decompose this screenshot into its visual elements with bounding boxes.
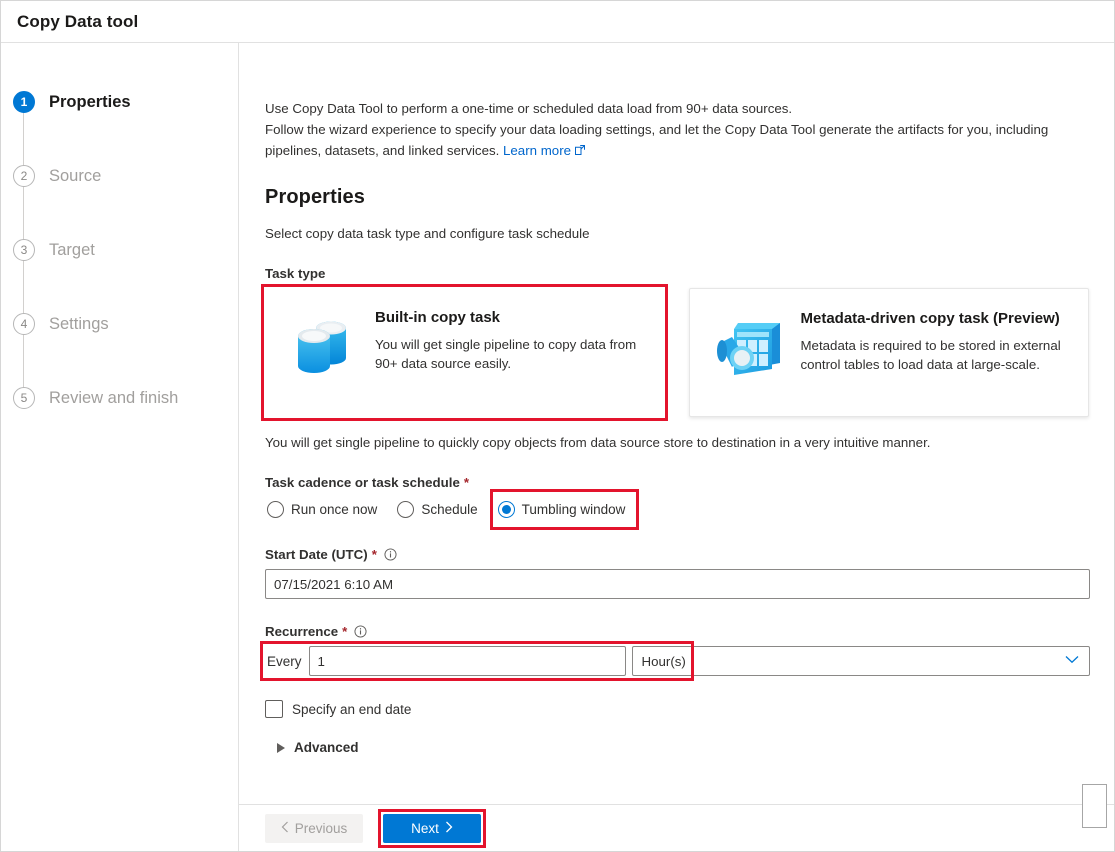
chevron-right-icon [445, 821, 453, 836]
chevron-right-icon [277, 742, 285, 753]
sidebar-step-settings[interactable]: 4 Settings [1, 287, 238, 361]
step-number-badge: 3 [13, 239, 35, 261]
card-description: You will get single pipeline to copy dat… [375, 337, 637, 371]
radio-indicator [497, 501, 515, 518]
advanced-label: Advanced [294, 740, 359, 755]
wizard-footer: Previous Next [239, 784, 1114, 851]
checkbox-label: Specify an end date [292, 701, 412, 717]
radio-run-once-now[interactable]: Run once now [265, 497, 383, 522]
previous-button[interactable]: Previous [265, 813, 363, 843]
window-body: 1 Properties 2 Source 3 Target 4 Setting… [1, 43, 1114, 851]
intro-paragraph: Use Copy Data Tool to perform a one-time… [265, 98, 1089, 162]
sidebar-step-properties[interactable]: 1 Properties [1, 65, 238, 139]
recurrence-row: Every Hour(s) [260, 641, 1090, 681]
task-type-card-body: Metadata-driven copy task (Preview) Meta… [800, 289, 1082, 374]
sidebar-step-review-and-finish[interactable]: 5 Review and finish [1, 361, 238, 435]
radio-indicator [397, 501, 415, 518]
chevron-left-icon [281, 821, 289, 836]
metadata-table-magnifier-icon [710, 311, 786, 387]
radio-label: Schedule [421, 502, 478, 517]
recurrence-label-text: Recurrence [265, 624, 339, 639]
step-label: Review and finish [49, 388, 179, 407]
external-link-icon [574, 141, 586, 162]
recurrence-unit-dropdown[interactable]: Hour(s) [631, 646, 1090, 676]
copy-data-tool-window: Copy Data tool 1 Properties 2 Source 3 T… [0, 0, 1115, 852]
task-type-card-built-in-copy[interactable]: Built-in copy task You will get single p… [261, 284, 669, 421]
properties-form: Use Copy Data Tool to perform a one-time… [239, 43, 1114, 804]
radio-schedule[interactable]: Schedule [395, 497, 483, 522]
required-asterisk: * [463, 475, 470, 490]
step-label: Settings [49, 314, 109, 333]
task-type-label: Task type [265, 266, 1089, 281]
recurrence-unit-value: Hour(s) [641, 653, 686, 669]
start-date-label: Start Date (UTC) * [265, 547, 1089, 562]
chevron-down-icon [1065, 655, 1079, 667]
task-cadence-label-text: Task cadence or task schedule [265, 475, 460, 490]
step-label: Properties [49, 92, 131, 111]
specify-end-date-checkbox[interactable]: Specify an end date [265, 700, 411, 718]
task-type-card-body: Built-in copy task You will get single p… [375, 288, 657, 373]
step-number-badge: 5 [13, 387, 35, 409]
radio-indicator [267, 501, 284, 518]
task-type-label-text: Task type [265, 266, 326, 281]
intro-line-1: Use Copy Data Tool to perform a one-time… [265, 101, 793, 116]
next-button-label: Next [411, 820, 439, 836]
wizard-steps-sidebar: 1 Properties 2 Source 3 Target 4 Setting… [1, 43, 239, 851]
task-type-card-group: Built-in copy task You will get single p… [261, 284, 1089, 421]
task-type-note: You will get single pipeline to quickly … [265, 435, 931, 450]
task-cadence-radio-group: Run once now Schedule Tumbling window [265, 489, 1089, 530]
radio-label: Tumbling window [521, 502, 626, 517]
previous-button-label: Previous [294, 820, 348, 836]
window-title-bar: Copy Data tool [1, 1, 1114, 43]
intro-line-3: pipelines, datasets, and linked services… [265, 143, 500, 158]
card-title: Metadata-driven copy task (Preview) [800, 310, 1060, 327]
main-panel: Use Copy Data Tool to perform a one-time… [239, 43, 1114, 851]
step-label: Source [49, 166, 102, 185]
intro-line-2: Follow the wizard experience to specify … [265, 122, 1049, 137]
card-description: Metadata is required to be stored in ext… [800, 338, 1061, 372]
step-number-badge: 1 [13, 91, 35, 113]
intro-line-3-wrapper: pipelines, datasets, and linked services… [265, 140, 1089, 162]
required-asterisk: * [342, 624, 348, 639]
checkbox-indicator [265, 700, 283, 718]
page-title: Properties [265, 186, 365, 208]
info-icon[interactable] [354, 625, 367, 638]
start-date-input[interactable] [265, 569, 1090, 599]
info-icon[interactable] [384, 548, 397, 561]
recurrence-interval-input[interactable] [308, 646, 626, 676]
window-title: Copy Data tool [17, 11, 139, 31]
required-asterisk: * [371, 547, 377, 562]
every-label: Every [267, 653, 302, 669]
database-stack-icon [285, 310, 361, 386]
card-title: Built-in copy task [375, 309, 501, 326]
step-number-badge: 2 [13, 165, 35, 187]
advanced-expander[interactable]: Advanced [265, 740, 359, 755]
start-date-label-text: Start Date (UTC) [265, 547, 368, 562]
corner-panel-handle[interactable] [1082, 784, 1107, 828]
recurrence-label: Recurrence * [265, 624, 1089, 639]
sidebar-step-target[interactable]: 3 Target [1, 213, 238, 287]
page-subtitle: Select copy data task type and configure… [265, 226, 590, 241]
next-button[interactable]: Next [378, 808, 486, 848]
radio-label: Run once now [291, 502, 378, 517]
task-cadence-label: Task cadence or task schedule * [265, 475, 1089, 490]
radio-tumbling-window[interactable]: Tumbling window [489, 489, 640, 530]
task-type-card-metadata-driven-copy[interactable]: Metadata-driven copy task (Preview) Meta… [689, 288, 1089, 417]
sidebar-step-source[interactable]: 2 Source [1, 139, 238, 213]
step-label: Target [49, 240, 95, 259]
step-number-badge: 4 [13, 313, 35, 335]
learn-more-link[interactable]: Learn more [503, 143, 571, 158]
